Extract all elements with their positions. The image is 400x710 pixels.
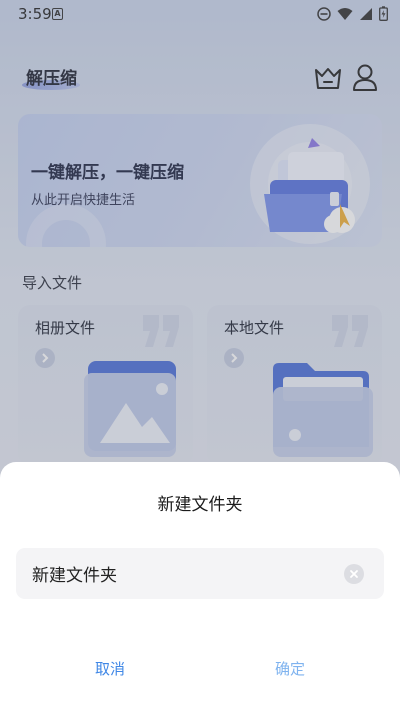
folder-name-field[interactable] [16, 548, 384, 599]
cancel-button[interactable]: 取消 [10, 648, 210, 688]
clear-input-icon[interactable] [344, 564, 364, 584]
folder-name-input[interactable] [32, 548, 332, 599]
new-folder-dialog: 新建文件夹 取消 确定 [0, 462, 400, 710]
dialog-title: 新建文件夹 [157, 495, 243, 515]
confirm-button[interactable]: 确定 [190, 648, 390, 688]
